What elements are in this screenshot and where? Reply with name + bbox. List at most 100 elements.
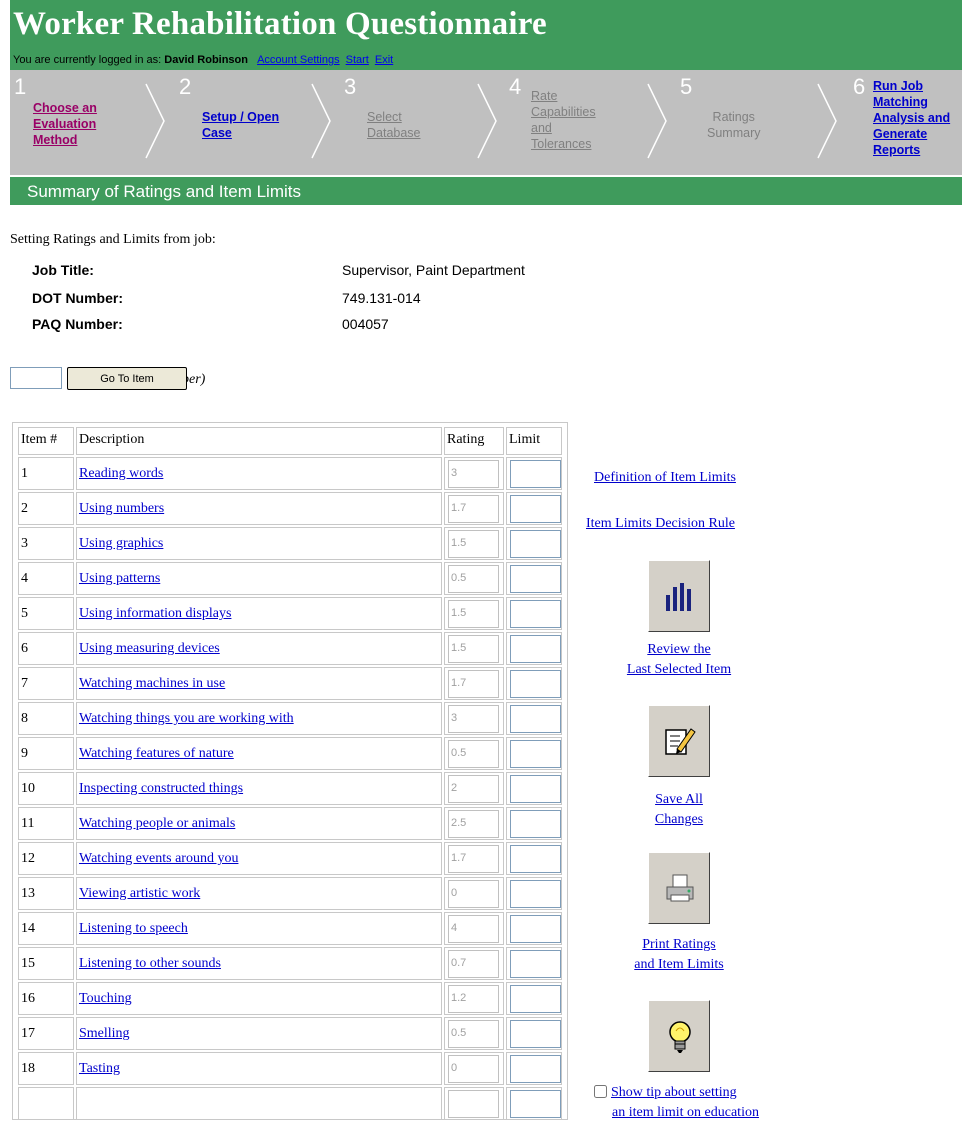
rating-cell: 0.5 (444, 737, 504, 770)
rating-cell: 1.7 (444, 842, 504, 875)
item-number: 15 (21, 956, 35, 971)
rating-field: 0 (448, 1055, 499, 1083)
tip-option[interactable]: Show tip about setting an item limit on … (594, 1085, 759, 1120)
description-cell: Using numbers (76, 492, 442, 525)
limit-input[interactable] (510, 565, 561, 593)
item-number: 4 (21, 571, 28, 586)
limit-input[interactable] (510, 705, 561, 733)
definition-of-item-limits-link[interactable]: Definition of Item Limits (594, 470, 736, 486)
item-description-link[interactable]: Inspecting constructed things (79, 781, 243, 797)
item-description-link[interactable]: Watching people or animals (79, 816, 235, 832)
items-table: Item # Description Rating Limit 1 Reading… (12, 422, 568, 1120)
step-6[interactable]: 6 Run Job Matching Analysis and Generate Rep… (845, 70, 962, 175)
limit-input[interactable] (510, 845, 561, 873)
rating-field: 1.7 (448, 495, 499, 523)
login-prefix: You are currently logged in as: (13, 54, 162, 66)
limit-input[interactable] (510, 915, 561, 943)
item-description-link[interactable]: Touching (79, 991, 132, 1007)
print-ratings-button[interactable] (648, 852, 710, 924)
item-description-link[interactable]: Watching features of nature (79, 746, 234, 762)
app-header: Worker Rehabilitation Questionnaire You … (10, 0, 962, 70)
table-row: 2 Using numbers 1.7 (18, 492, 563, 526)
table-row: 12 Watching events around you 1.7 (18, 842, 563, 876)
item-description-link[interactable]: Listening to speech (79, 921, 188, 937)
item-number-cell: 16 (18, 982, 74, 1015)
description-cell: Tasting (76, 1052, 442, 1085)
item-description-link[interactable]: Reading words (79, 466, 163, 482)
limit-input[interactable] (510, 880, 561, 908)
item-description-link[interactable]: Using measuring devices (79, 641, 220, 657)
account-settings-link[interactable]: Account Settings (257, 54, 340, 66)
limit-cell (506, 982, 562, 1015)
table-row: 7 Watching machines in use 1.7 (18, 667, 563, 701)
limit-input[interactable] (510, 1090, 561, 1118)
limit-input[interactable] (510, 1055, 561, 1083)
rating-field: 1.7 (448, 670, 499, 698)
save-all-changes-button[interactable] (648, 705, 710, 777)
rating-cell: 1.5 (444, 527, 504, 560)
show-tip-label-continued[interactable]: an item limit on education (612, 1105, 759, 1121)
description-cell: Using information displays (76, 597, 442, 630)
item-number-cell: 3 (18, 527, 74, 560)
goto-item-input[interactable] (10, 367, 62, 389)
rating-cell: 0.7 (444, 947, 504, 980)
rating-field: 2 (448, 775, 499, 803)
item-number-cell: 17 (18, 1017, 74, 1050)
limit-input[interactable] (510, 495, 561, 523)
limit-input[interactable] (510, 740, 561, 768)
start-link[interactable]: Start (346, 54, 369, 66)
item-description-link[interactable]: Using information displays (79, 606, 231, 622)
limit-input[interactable] (510, 530, 561, 558)
item-number: 5 (21, 606, 28, 621)
limit-input[interactable] (510, 810, 561, 838)
side-panel: Definition of Item Limits Item Limits De… (572, 420, 962, 1120)
item-description-link[interactable]: Watching things you are working with (79, 711, 294, 727)
rating-cell: 3 (444, 702, 504, 735)
exit-link[interactable]: Exit (375, 54, 393, 66)
item-limits-decision-rule-link[interactable]: Item Limits Decision Rule (586, 516, 735, 532)
item-description-link[interactable]: Watching machines in use (79, 676, 225, 692)
item-description-link[interactable]: Viewing artistic work (79, 886, 200, 902)
goto-item-button[interactable]: Go To Item (67, 367, 187, 390)
rating-cell: 1.5 (444, 632, 504, 665)
limit-cell (506, 562, 562, 595)
limit-input[interactable] (510, 460, 561, 488)
table-row: 18 Tasting 0 (18, 1052, 563, 1086)
limit-input[interactable] (510, 635, 561, 663)
limit-input[interactable] (510, 985, 561, 1013)
step-separator-icon (145, 83, 165, 159)
item-number: 16 (21, 991, 35, 1006)
limit-input[interactable] (510, 670, 561, 698)
description-cell: Smelling (76, 1017, 442, 1050)
step-label[interactable]: Run Job Matching Analysis and Generate Repor… (873, 78, 950, 158)
description-cell: Watching events around you (76, 842, 442, 875)
show-tip-checkbox[interactable] (594, 1085, 607, 1098)
step-label: Rate Capabilities and Tolerances (531, 89, 596, 151)
step-label[interactable]: Choose an Evaluation Method (33, 100, 97, 148)
item-number: 17 (21, 1026, 35, 1041)
item-description-link[interactable]: Watching events around you (79, 851, 238, 867)
review-last-item-link[interactable]: Review the Last Selected Item (612, 640, 746, 680)
item-description-link[interactable]: Using graphics (79, 536, 163, 552)
header-limit: Limit (506, 427, 562, 455)
save-all-changes-link[interactable]: Save All Changes (612, 790, 746, 830)
limit-input[interactable] (510, 1020, 561, 1048)
item-number-cell (18, 1087, 74, 1119)
item-description-link[interactable]: Smelling (79, 1026, 130, 1042)
limit-input[interactable] (510, 775, 561, 803)
item-description-link[interactable]: Tasting (79, 1061, 120, 1077)
show-tip-label[interactable]: Show tip about setting (611, 1085, 737, 1100)
rating-field: 0.5 (448, 1020, 499, 1048)
step-label[interactable]: Setup / Open Case (202, 109, 279, 141)
item-description-link[interactable]: Using numbers (79, 501, 164, 517)
item-description-link[interactable]: Using patterns (79, 571, 160, 587)
item-description-link[interactable]: Listening to other sounds (79, 956, 221, 972)
table-row: 10 Inspecting constructed things 2 (18, 772, 563, 806)
limit-input[interactable] (510, 950, 561, 978)
print-ratings-link[interactable]: Print Ratings and Item Limits (612, 935, 746, 975)
item-number: 2 (21, 501, 28, 516)
limit-input[interactable] (510, 600, 561, 628)
review-last-item-button[interactable] (648, 560, 710, 632)
rating-field: 0 (448, 880, 499, 908)
show-tip-button[interactable] (648, 1000, 710, 1072)
